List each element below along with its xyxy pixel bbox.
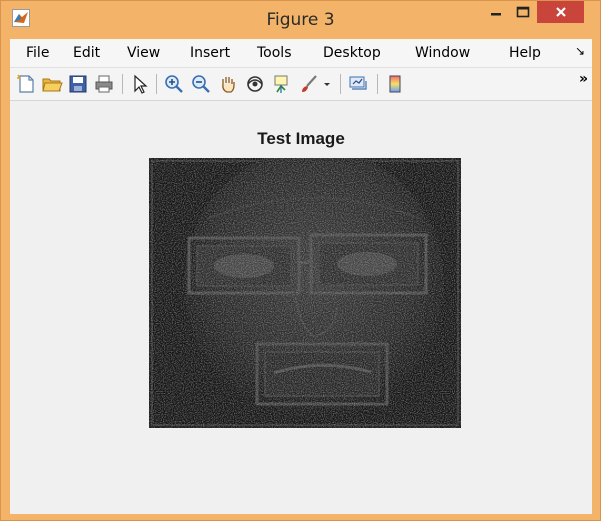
open-file-icon[interactable] <box>41 73 65 95</box>
toolbar-separator <box>377 74 378 94</box>
toolbar: » <box>10 67 592 101</box>
menu-bar: File Edit View Insert Tools Desktop Wind… <box>10 39 592 67</box>
figure-window: Figure 3 File Edit View Insert Tools Des… <box>0 0 601 521</box>
toolbar-separator <box>122 74 123 94</box>
print-icon[interactable] <box>93 73 117 95</box>
close-button[interactable] <box>537 1 584 23</box>
menu-view[interactable]: View <box>127 45 160 61</box>
menu-desktop[interactable]: Desktop <box>323 45 381 61</box>
menu-file[interactable]: File <box>26 45 49 61</box>
toolbar-separator <box>156 74 157 94</box>
link-plot-icon[interactable] <box>347 73 371 95</box>
maximize-button[interactable] <box>510 1 536 23</box>
pan-hand-icon[interactable] <box>217 73 241 95</box>
new-figure-icon[interactable] <box>15 73 39 95</box>
pointer-icon[interactable] <box>129 73 153 95</box>
menu-window[interactable]: Window <box>415 45 470 61</box>
menu-edit[interactable]: Edit <box>73 45 100 61</box>
figure-client-area: File Edit View Insert Tools Desktop Wind… <box>10 39 592 514</box>
data-cursor-icon[interactable] <box>271 73 295 95</box>
title-bar[interactable]: Figure 3 <box>1 1 600 39</box>
menu-help[interactable]: Help <box>509 45 541 61</box>
colorbar-icon[interactable] <box>384 73 408 95</box>
minimize-button[interactable] <box>483 1 509 23</box>
zoom-in-icon[interactable] <box>163 73 187 95</box>
save-icon[interactable] <box>67 73 91 95</box>
zoom-out-icon[interactable] <box>190 73 214 95</box>
toolbar-separator <box>340 74 341 94</box>
menu-overflow-icon[interactable]: ↘ <box>575 44 585 58</box>
brush-dropdown-icon[interactable] <box>321 73 333 95</box>
menu-insert[interactable]: Insert <box>190 45 230 61</box>
toolbar-overflow-icon[interactable]: » <box>579 71 588 87</box>
test-image <box>149 148 461 428</box>
brush-icon[interactable] <box>298 73 322 95</box>
axes-title: Test Image <box>257 129 345 148</box>
rotate-3d-icon[interactable] <box>244 73 268 95</box>
menu-tools[interactable]: Tools <box>257 45 292 61</box>
